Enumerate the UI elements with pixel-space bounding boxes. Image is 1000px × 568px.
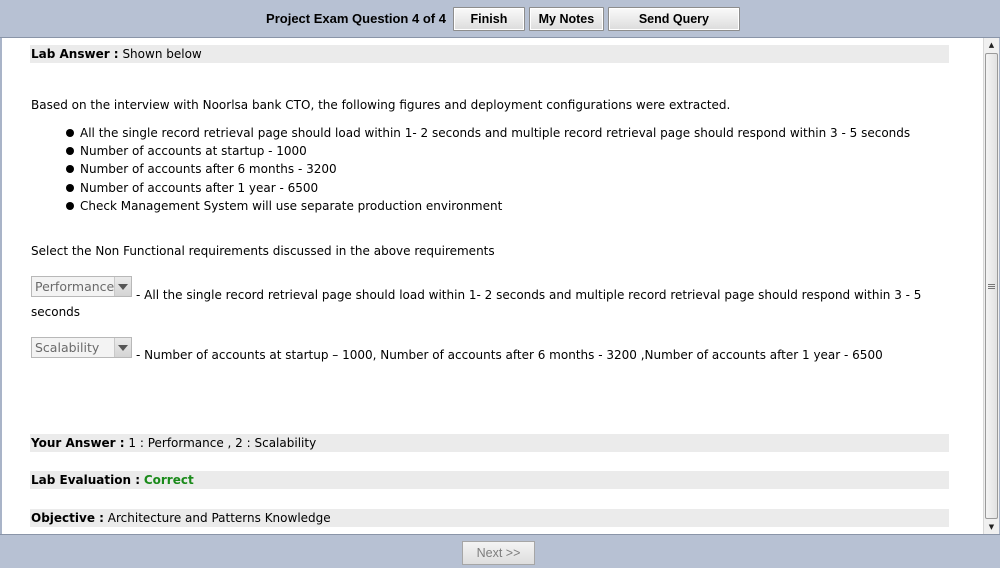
bottom-toolbar: Next >>	[0, 534, 1000, 568]
scroll-up-icon[interactable]: ▲	[984, 38, 999, 52]
requirement-2-text: - Number of accounts at startup – 1000, …	[136, 348, 883, 362]
your-answer-value: 1 : Performance , 2 : Scalability	[128, 436, 317, 450]
my-notes-button[interactable]: My Notes	[528, 6, 604, 31]
vertical-scrollbar[interactable]: ▲ ▼	[983, 38, 999, 534]
objective-label: Objective :	[31, 511, 104, 525]
top-toolbar: Project Exam Question 4 of 4 Finish My N…	[0, 0, 1000, 38]
lab-answer-value: Shown below	[122, 47, 202, 61]
instruction-text: Select the Non Functional requirements d…	[31, 244, 495, 258]
scroll-down-icon[interactable]: ▼	[984, 520, 999, 534]
send-query-button[interactable]: Send Query	[607, 6, 740, 31]
objective-row: Objective : Architecture and Patterns Kn…	[30, 509, 949, 527]
requirement-2-select[interactable]: Scalability	[31, 337, 132, 358]
list-item: Number of accounts at startup - 1000	[66, 142, 910, 160]
finish-button[interactable]: Finish	[452, 6, 525, 31]
exam-title: Project Exam Question 4 of 4	[266, 11, 446, 26]
lab-answer-row: Lab Answer : Shown below	[30, 45, 949, 63]
bullet-icon	[66, 201, 74, 210]
next-button[interactable]: Next >>	[462, 541, 535, 565]
list-item: Check Management System will use separat…	[66, 197, 910, 215]
requirement-2-selected-value: Scalability	[35, 340, 100, 355]
requirement-1-select[interactable]: Performance	[31, 276, 132, 297]
evaluation-label: Lab Evaluation :	[31, 473, 140, 487]
chevron-down-icon[interactable]	[114, 338, 131, 357]
lab-answer-label: Lab Answer :	[31, 47, 119, 61]
content-area[interactable]: Lab Answer : Shown below Based on the in…	[2, 38, 983, 534]
requirement-1-text-continued: seconds	[31, 305, 81, 319]
your-answer-label: Your Answer :	[31, 436, 125, 450]
bullet-icon	[66, 183, 74, 192]
scrollbar-thumb[interactable]	[985, 53, 998, 519]
requirement-1-text: - All the single record retrieval page s…	[136, 288, 922, 302]
objective-value: Architecture and Patterns Knowledge	[107, 511, 331, 525]
requirement-1-selected-value: Performance	[35, 279, 115, 294]
intro-text: Based on the interview with Noorlsa bank…	[31, 98, 731, 112]
bullet-icon	[66, 147, 74, 156]
bullet-icon	[66, 129, 74, 138]
list-item: Number of accounts after 6 months - 3200	[66, 160, 910, 178]
bullet-icon	[66, 165, 74, 174]
your-answer-row: Your Answer : 1 : Performance , 2 : Scal…	[30, 434, 949, 452]
list-item: Number of accounts after 1 year - 6500	[66, 179, 910, 197]
evaluation-status-badge: Correct	[143, 473, 194, 487]
list-item: All the single record retrieval page sho…	[66, 124, 910, 142]
grip-icon	[988, 283, 995, 289]
chevron-down-icon[interactable]	[114, 277, 131, 296]
requirements-list: All the single record retrieval page sho…	[66, 124, 910, 215]
evaluation-row: Lab Evaluation : Correct	[30, 471, 949, 489]
